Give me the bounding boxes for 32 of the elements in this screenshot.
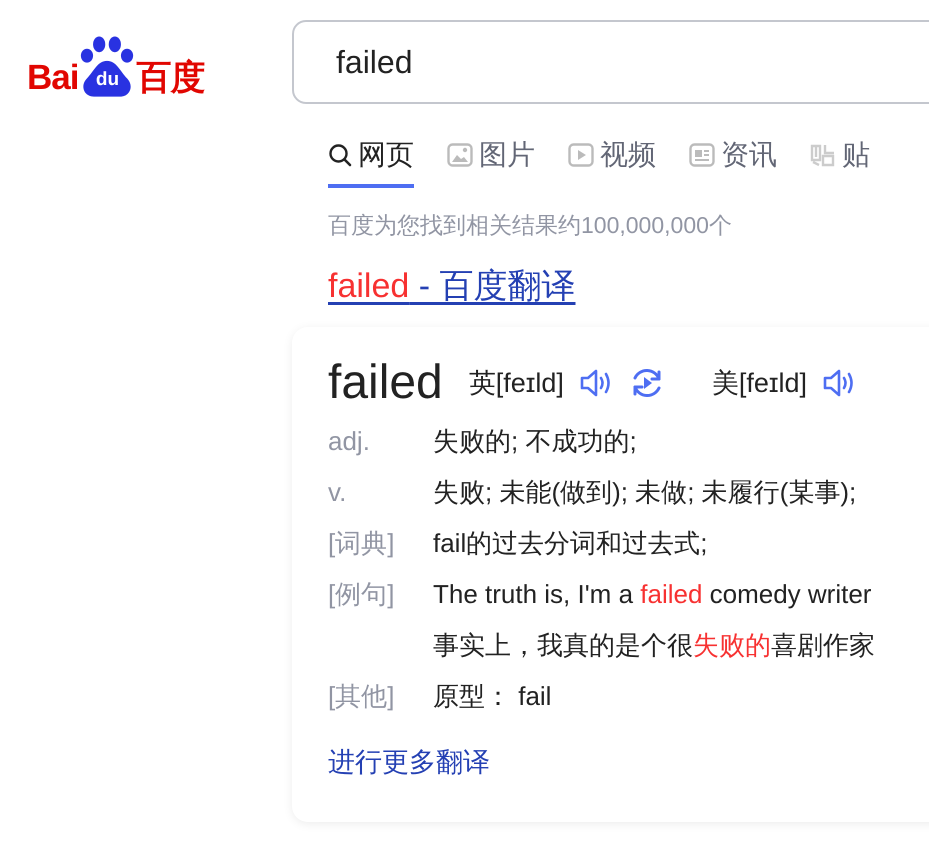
video-icon [568,143,594,167]
part-of-speech-label: adj. [328,425,371,458]
image-icon [447,143,473,167]
search-tab[interactable]: 网页 [328,132,414,188]
headword: failed [328,355,443,410]
news-icon [689,143,715,167]
pronunciation-text: 美[feɪld] [712,366,808,400]
result-title-link[interactable]: failed - 百度翻译 [328,263,576,309]
pronunciation-text: 英[feɪld] [468,366,564,400]
search-field[interactable]: failed [292,20,929,104]
search-tab[interactable]: 图片 [447,132,535,188]
logo-text: Bai [27,58,78,98]
logo-text: du [94,69,120,91]
paw-icon [80,36,134,98]
part-of-speech-label: [例句] [328,578,396,611]
part-of-speech-label: v. [328,476,348,509]
search-icon [328,143,352,167]
definition-text: 原型： fail [433,680,552,713]
definition-text: 失败; 未能(做到); 未做; 未履行(某事); [433,476,856,509]
result-count: 百度为您找到相关结果约100,000,000个 [327,211,733,240]
search-tab[interactable]: 贴 [810,132,870,188]
part-of-speech-label: [其他] [328,680,396,713]
search-tab[interactable]: 视频 [568,132,656,188]
part-of-speech-label: [词典] [328,527,396,560]
more-translation-link[interactable]: 进行更多翻译 [328,744,490,780]
tieba-icon [810,143,836,167]
logo-text: 百度 [136,58,204,98]
search-tab[interactable]: 资讯 [689,132,777,188]
definition-text: 事实上，我真的是个很失败的喜剧作家 [433,629,875,662]
definition-text: The truth is, I'm a failed comedy writer [433,578,872,611]
definition-text: fail的过去分词和过去式; [433,527,708,560]
definition-text: 失败的; 不成功的; [433,425,637,458]
